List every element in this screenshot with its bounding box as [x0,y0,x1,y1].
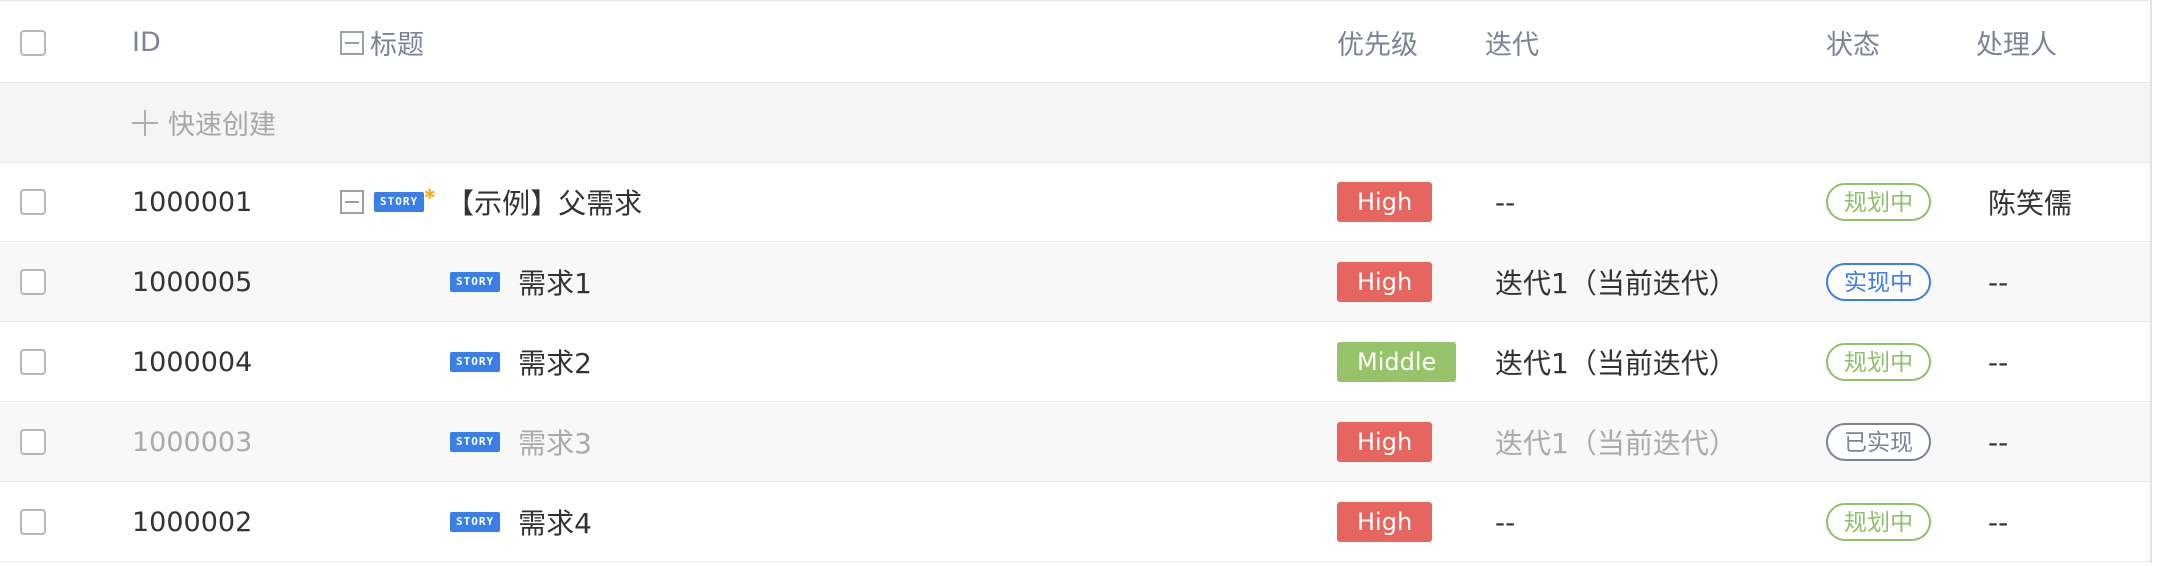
row-id: 1000002 [132,506,253,538]
status-cell: 规划中 [1826,163,1931,241]
row-iteration[interactable]: 迭代1（当前迭代） [1495,403,1737,481]
row-title[interactable]: 需求4 [518,502,592,542]
row-title[interactable]: 【示例】父需求 [446,182,642,222]
table-row[interactable]: 1000005 STORY 需求1 High 迭代1（当前迭代） 实现中 -- [0,243,2150,322]
quick-create-row[interactable]: 快速创建 [0,83,2150,163]
status-badge[interactable]: 已实现 [1826,423,1931,461]
collapse-icon[interactable] [340,190,364,214]
select-all-checkbox[interactable] [20,29,46,56]
table-row[interactable]: 1000001 STORY 【示例】父需求 High -- 规划中 陈笑儒 [0,163,2150,242]
header-title[interactable]: 标题 [340,3,424,82]
priority-badge[interactable]: Middle [1337,342,1457,382]
table-row[interactable]: 1000002 STORY 需求4 High -- 规划中 -- [0,483,2150,562]
priority-badge[interactable]: High [1337,262,1433,302]
row-owner[interactable]: 陈笑儒 [1988,163,2072,241]
table-row[interactable]: 1000004 STORY 需求2 Middle 迭代1（当前迭代） 规划中 -… [0,323,2150,402]
status-badge[interactable]: 规划中 [1826,343,1931,381]
row-iteration[interactable]: 迭代1（当前迭代） [1495,243,1737,321]
row-iteration[interactable]: -- [1495,483,1515,561]
row-owner[interactable]: -- [1988,403,2008,481]
story-icon: STORY [450,432,501,452]
header-iteration[interactable]: 迭代 [1485,3,1539,82]
row-checkbox[interactable] [20,509,46,535]
row-checkbox[interactable] [20,189,46,215]
plus-icon [132,109,158,136]
row-checkbox[interactable] [20,429,46,455]
priority-badge[interactable]: High [1337,502,1433,542]
row-check-cell [20,163,46,241]
priority-cell: Middle [1337,323,1457,401]
row-iteration[interactable]: -- [1495,163,1515,241]
header-owner[interactable]: 处理人 [1976,3,2057,82]
header-title-label: 标题 [370,30,424,61]
row-check-cell [20,403,46,481]
quick-create-label: 快速创建 [168,110,276,141]
row-id: 1000004 [132,346,253,378]
table-row[interactable]: 1000003 STORY 需求3 High 迭代1（当前迭代） 已实现 -- [0,403,2150,482]
status-cell: 已实现 [1826,403,1931,481]
row-id: 1000003 [132,426,253,458]
story-icon: STORY [374,184,436,212]
row-checkbox[interactable] [20,349,46,375]
row-check-cell [20,323,46,401]
story-table: ID 标题 优先级 迭代 状态 处理人 快速创建 1000001 STORY 【… [0,0,2152,563]
row-check-cell [20,243,46,321]
priority-cell: High [1337,403,1433,481]
header-id[interactable]: ID [132,3,161,82]
row-title[interactable]: 需求2 [518,342,592,382]
priority-cell: High [1337,483,1433,561]
row-owner[interactable]: -- [1988,483,2008,561]
row-owner[interactable]: -- [1988,323,2008,401]
row-owner[interactable]: -- [1988,243,2008,321]
status-badge[interactable]: 实现中 [1826,263,1931,301]
status-badge[interactable]: 规划中 [1826,503,1931,541]
status-cell: 实现中 [1826,243,1931,321]
priority-cell: High [1337,163,1433,241]
row-title[interactable]: 需求1 [518,262,592,302]
status-badge[interactable]: 规划中 [1826,183,1931,221]
row-title[interactable]: 需求3 [518,422,592,462]
header-priority[interactable]: 优先级 [1337,3,1418,82]
row-title-cell: STORY 需求4 [450,483,592,561]
row-title-cell: STORY 需求3 [450,403,592,481]
status-cell: 规划中 [1826,323,1931,401]
select-all-cell [20,3,46,82]
header-status[interactable]: 状态 [1826,3,1880,82]
row-title-cell: STORY 【示例】父需求 [340,163,642,241]
row-title-cell: STORY 需求2 [450,323,592,401]
table-header: ID 标题 优先级 迭代 状态 处理人 [0,3,2150,83]
row-iteration[interactable]: 迭代1（当前迭代） [1495,323,1737,401]
row-title-cell: STORY 需求1 [450,243,592,321]
priority-badge[interactable]: High [1337,422,1433,462]
collapse-all-icon[interactable] [340,30,364,55]
priority-cell: High [1337,243,1433,321]
row-checkbox[interactable] [20,269,46,295]
priority-badge[interactable]: High [1337,182,1433,222]
story-icon: STORY [450,512,501,532]
row-id: 1000005 [132,266,253,298]
row-check-cell [20,483,46,561]
status-cell: 规划中 [1826,483,1931,561]
quick-create-button[interactable]: 快速创建 [132,83,276,162]
story-icon: STORY [450,272,501,292]
story-icon: STORY [450,352,501,372]
row-id: 1000001 [132,186,253,218]
